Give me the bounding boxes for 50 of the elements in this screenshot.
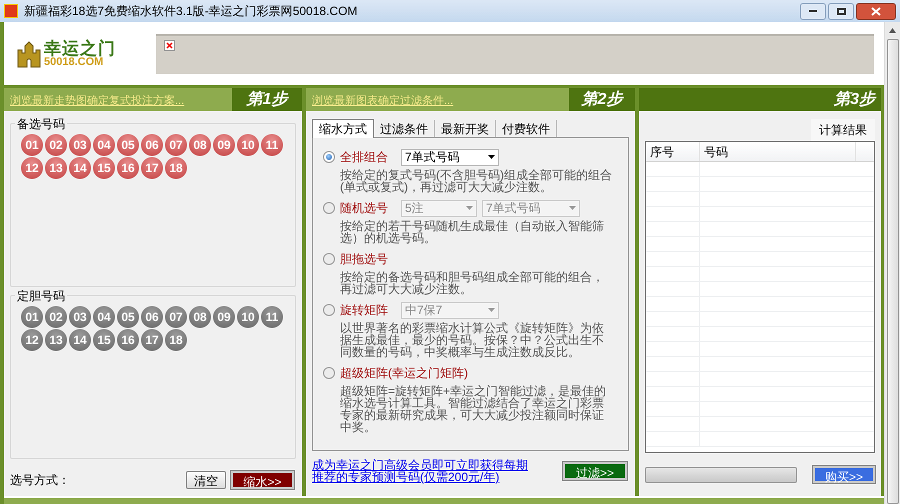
close-icon bbox=[871, 6, 881, 16]
maximize-icon bbox=[836, 8, 846, 14]
option-label[interactable]: 胆拖选号 bbox=[340, 250, 388, 268]
maximize-button[interactable] bbox=[828, 2, 854, 20]
radio-button[interactable] bbox=[323, 202, 335, 214]
group-label: 定胆号码 bbox=[15, 287, 67, 305]
option-label[interactable]: 随机选号 bbox=[340, 199, 388, 217]
option-label[interactable]: 全排组合 bbox=[340, 148, 388, 166]
column-header: 号码 bbox=[700, 142, 856, 161]
clear-button[interactable]: 清空 bbox=[186, 471, 226, 489]
shrink-button[interactable]: 缩水>> bbox=[231, 471, 294, 489]
castle-logo-icon bbox=[16, 40, 42, 68]
radio-button[interactable] bbox=[323, 367, 335, 379]
step-label: 第3步 bbox=[834, 90, 875, 110]
dropdown-arrow-icon bbox=[488, 155, 495, 159]
option-description: 按给定的若干号码随机生成最佳（自动嵌入智能筛选）的机选号码。 bbox=[339, 220, 605, 244]
close-button[interactable] bbox=[856, 2, 896, 20]
tab[interactable]: 缩水方式 bbox=[312, 119, 374, 138]
minimize-icon bbox=[809, 10, 817, 12]
radio-button[interactable] bbox=[323, 151, 335, 163]
pick-method-label: 选号方式： bbox=[10, 472, 70, 489]
option-description: 超级矩阵=旋转矩阵+幸运之门智能过滤，是最佳的缩水选号计算工具。智能过滤结合了幸运之门彩票专家的最新研究成果，可大大减少投注额同时保证中奖。 bbox=[339, 385, 608, 433]
logo-text: 幸运之门 bbox=[44, 40, 116, 56]
column-header: 序号 bbox=[646, 142, 700, 161]
results-tab[interactable]: 计算结果 bbox=[811, 119, 875, 141]
option-label[interactable]: 超级矩阵(幸运之门矩阵) bbox=[340, 364, 468, 382]
radio-button[interactable] bbox=[323, 253, 335, 265]
logo-domain: 50018.COM bbox=[44, 56, 104, 68]
membership-link[interactable]: 推荐的专家预测号码(仅需200元/年) bbox=[312, 471, 528, 483]
dropdown-arrow-icon bbox=[466, 206, 473, 210]
app-icon bbox=[4, 4, 18, 18]
group-label: 备选号码 bbox=[15, 115, 67, 133]
option-description: 按给定的复式号码(不含胆号码)组成全部可能的组合(单式或复式)，再过滤可大大减少注数。 bbox=[339, 169, 613, 193]
option-description: 以世界著名的彩票缩水计算公式《旋转矩阵》为依据生成最佳，最少的号码。按保？中？公式出生不同数量的号码，中奖概率与生成注数成反比。 bbox=[339, 322, 605, 358]
filter-button[interactable]: 过滤>> bbox=[563, 462, 627, 480]
step-label: 第2步 bbox=[582, 90, 622, 110]
dropdown-arrow-icon bbox=[488, 308, 495, 312]
option-description: 按给定的备选号码和胆号码组成全部可能的组合，再过滤可大大减少注数。 bbox=[339, 271, 605, 295]
dropdown-arrow-icon bbox=[569, 206, 576, 210]
membership-link[interactable]: 成为幸运之门高级会员即可立即获得每期 bbox=[312, 459, 528, 471]
broken-image-icon bbox=[164, 40, 175, 50]
buy-button[interactable]: 购买>> bbox=[813, 466, 875, 483]
scrollbar-thumb[interactable] bbox=[886, 39, 898, 504]
minimize-button[interactable] bbox=[800, 2, 826, 20]
step-label: 第1步 bbox=[246, 90, 288, 110]
window-title: 新疆福彩18选7免费缩水软件3.1版-幸运之门彩票网50018.COM bbox=[24, 3, 358, 20]
radio-button[interactable] bbox=[323, 304, 335, 316]
option-label[interactable]: 旋转矩阵 bbox=[340, 301, 388, 319]
dropdown[interactable]: 7单式号码 bbox=[401, 148, 499, 166]
scroll-up-icon[interactable] bbox=[889, 28, 896, 33]
